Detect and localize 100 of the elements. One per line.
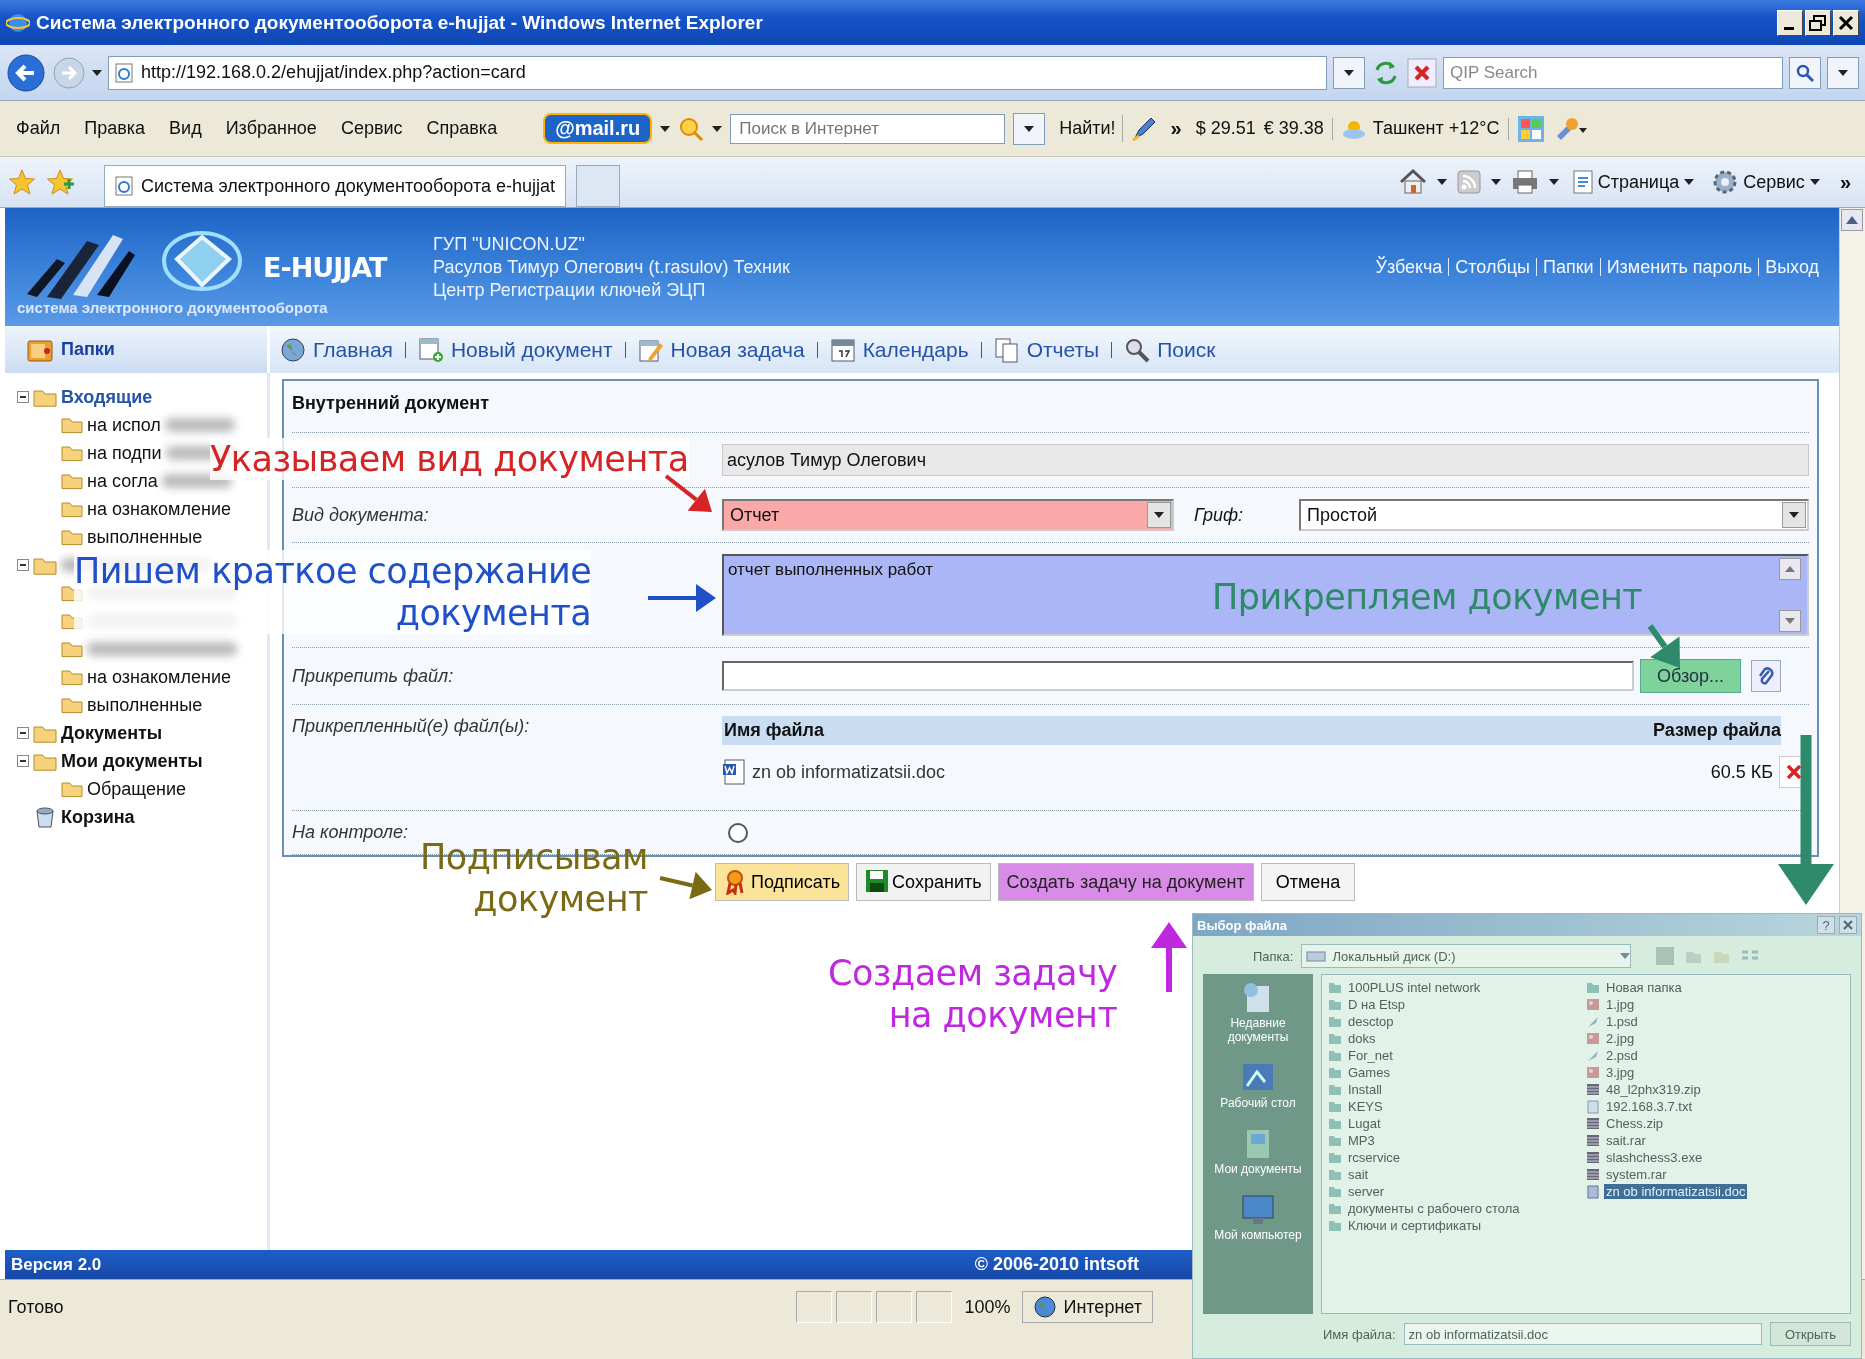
help-button[interactable]: ? bbox=[1817, 916, 1835, 934]
nav-link[interactable]: Новый документ bbox=[417, 336, 613, 363]
open-button[interactable]: Открыть bbox=[1769, 1322, 1851, 1346]
file-item[interactable]: 192.168.3.7.txt bbox=[1604, 1099, 1694, 1114]
header-link[interactable]: Изменить пароль bbox=[1606, 256, 1753, 278]
header-link[interactable]: Выход bbox=[1765, 256, 1819, 278]
nav-link[interactable]: Отчеты bbox=[993, 336, 1100, 363]
file-item[interactable]: For_net bbox=[1346, 1048, 1395, 1063]
header-link[interactable]: Ўзбекча bbox=[1375, 256, 1443, 278]
expander-icon[interactable] bbox=[17, 559, 29, 571]
action-button[interactable]: Подписать bbox=[715, 863, 850, 901]
header-link[interactable]: Папки bbox=[1543, 256, 1594, 278]
file-item[interactable]: 1.jpg bbox=[1604, 997, 1637, 1012]
file-item[interactable]: Lugat bbox=[1346, 1116, 1383, 1131]
file-item[interactable]: KEYS bbox=[1346, 1099, 1385, 1114]
file-item[interactable]: 2.jpg bbox=[1604, 1031, 1637, 1046]
add-favorite-icon[interactable] bbox=[46, 168, 74, 196]
menu-item[interactable]: Вид bbox=[161, 114, 210, 143]
nav-link[interactable]: Новая задача bbox=[637, 336, 805, 363]
file-item[interactable]: Games bbox=[1346, 1065, 1392, 1080]
address-field[interactable]: http://192.168.0.2/ehujjat/index.php?action=card bbox=[108, 55, 1327, 90]
dropdown-button[interactable] bbox=[1013, 112, 1046, 145]
back-icon[interactable] bbox=[6, 52, 46, 93]
expander-icon[interactable] bbox=[17, 727, 29, 739]
file-item[interactable]: документы с рабочего стола bbox=[1346, 1201, 1522, 1216]
file-item[interactable]: system.rar bbox=[1604, 1167, 1669, 1182]
tree-item[interactable]: на испол bbox=[87, 414, 161, 436]
expander-icon[interactable] bbox=[17, 755, 29, 767]
file-item[interactable]: 100PLUS intel network bbox=[1346, 980, 1483, 995]
action-button[interactable]: Отмена bbox=[1260, 863, 1356, 901]
tree-item[interactable]: Корзина bbox=[61, 806, 135, 828]
select-field[interactable]: Простой bbox=[1299, 499, 1809, 531]
tree-item[interactable]: на ознакомление bbox=[87, 666, 231, 688]
file-item[interactable]: D на Etsp bbox=[1346, 997, 1408, 1012]
tree-item[interactable]: Входящие bbox=[61, 386, 153, 408]
find-button[interactable]: Найти! bbox=[1053, 115, 1123, 142]
menu-item[interactable]: Правка bbox=[76, 114, 154, 143]
more-button[interactable]: » bbox=[1164, 117, 1188, 140]
menu-item[interactable]: Избранное bbox=[217, 114, 325, 143]
dropdown-button[interactable] bbox=[1827, 56, 1859, 89]
close-button[interactable] bbox=[1839, 916, 1857, 934]
file-item[interactable]: 1.psd bbox=[1604, 1014, 1640, 1029]
file-item[interactable]: Новая папка bbox=[1604, 980, 1684, 995]
attach-button[interactable] bbox=[1751, 660, 1781, 692]
printer-icon[interactable] bbox=[1510, 169, 1539, 195]
tree-item[interactable]: на подпи bbox=[87, 442, 162, 464]
menu-item[interactable]: Файл bbox=[8, 114, 69, 143]
star-icon[interactable] bbox=[8, 168, 36, 196]
search-field[interactable]: Поиск в Интернет bbox=[730, 113, 1006, 144]
command-button[interactable]: Страница bbox=[1568, 170, 1699, 194]
file-item[interactable]: 3.jpg bbox=[1604, 1065, 1637, 1080]
tree-item[interactable]: Мои документы bbox=[61, 750, 203, 772]
zoom-level[interactable]: 100% bbox=[956, 1296, 1019, 1318]
file-item[interactable]: 48_l2phx319.zip bbox=[1604, 1082, 1703, 1097]
tree-item[interactable]: Документы bbox=[61, 722, 163, 744]
file-item[interactable]: zn ob informatizatsii.doc bbox=[1604, 1184, 1748, 1199]
grid-icon[interactable] bbox=[1516, 114, 1545, 143]
tree-item[interactable]: выполненные bbox=[87, 526, 203, 548]
file-item[interactable]: Chess.zip bbox=[1604, 1116, 1666, 1131]
scroll-up-icon[interactable] bbox=[1846, 216, 1858, 224]
file-item[interactable]: desctop bbox=[1346, 1014, 1396, 1029]
nav-link[interactable]: Календарь bbox=[829, 336, 969, 363]
command-button[interactable]: Сервис bbox=[1708, 169, 1824, 195]
file-item[interactable]: rcservice bbox=[1346, 1150, 1402, 1165]
tree-item[interactable]: на ознакомление bbox=[87, 498, 231, 520]
nav-link[interactable]: Поиск bbox=[1124, 336, 1216, 363]
scroll-up-icon[interactable] bbox=[1779, 558, 1801, 580]
file-name-field[interactable]: zn ob informatizatsii.doc bbox=[1403, 1323, 1762, 1345]
file-item[interactable]: doks bbox=[1346, 1031, 1378, 1046]
menu-item[interactable]: Справка bbox=[418, 114, 506, 143]
menu-item[interactable]: Сервис bbox=[332, 114, 411, 143]
action-button[interactable]: Сохранить bbox=[856, 863, 991, 901]
radio-button[interactable] bbox=[728, 822, 748, 843]
place-item[interactable]: Мой компьютер bbox=[1208, 1192, 1308, 1242]
folder-select[interactable]: Локальный диск (D:) bbox=[1301, 944, 1632, 968]
tree-item[interactable]: на согла bbox=[87, 470, 158, 492]
search-field[interactable]: QIP Search bbox=[1443, 56, 1783, 89]
mail-logo[interactable]: @mail.ru bbox=[543, 113, 653, 144]
place-item[interactable]: Недавние документы bbox=[1208, 980, 1308, 1044]
file-item[interactable]: Ключи и сертификаты bbox=[1346, 1218, 1484, 1233]
select-field[interactable]: Отчет bbox=[722, 499, 1174, 531]
dropdown-button[interactable] bbox=[1333, 56, 1365, 89]
more-button[interactable]: » bbox=[1833, 170, 1857, 194]
tree-item[interactable]: Обращение bbox=[87, 778, 186, 800]
file-item[interactable]: MP3 bbox=[1346, 1133, 1377, 1148]
action-button[interactable]: Создать задачу на документ bbox=[997, 863, 1254, 901]
home-icon[interactable] bbox=[1398, 169, 1427, 195]
file-item[interactable]: sait bbox=[1346, 1167, 1371, 1182]
browse-button[interactable]: Обзор... bbox=[1640, 659, 1741, 693]
header-link[interactable]: Столбцы bbox=[1455, 256, 1531, 278]
scroll-down-icon[interactable] bbox=[1779, 610, 1801, 632]
place-item[interactable]: Рабочий стол bbox=[1208, 1060, 1308, 1110]
tree-item[interactable]: выполненные bbox=[87, 694, 203, 716]
file-item[interactable]: sait.rar bbox=[1604, 1133, 1648, 1148]
file-item[interactable]: 2.psd bbox=[1604, 1048, 1640, 1063]
browser-tab[interactable]: Система электронного документооборота e-hujjat bbox=[104, 165, 567, 207]
file-item[interactable]: server bbox=[1346, 1184, 1387, 1199]
file-input-field[interactable] bbox=[722, 661, 1634, 691]
stop-icon[interactable] bbox=[1407, 57, 1437, 88]
file-item[interactable]: Install bbox=[1346, 1082, 1384, 1097]
